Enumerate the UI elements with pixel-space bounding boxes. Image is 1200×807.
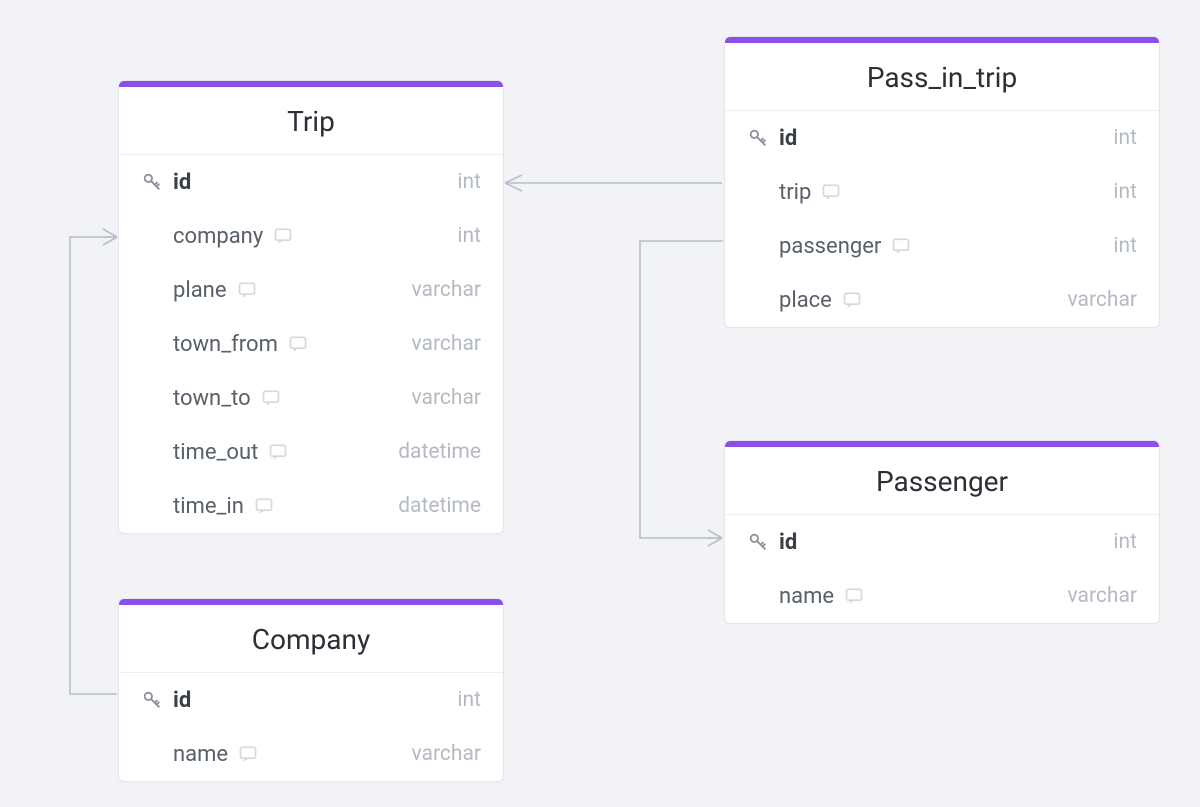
comment-icon [821, 182, 841, 202]
field-type: datetime [398, 440, 481, 464]
field-type: varchar [412, 386, 481, 410]
comment-icon [238, 744, 258, 764]
field-row[interactable]: time_out datetime [119, 425, 503, 479]
comment-icon [891, 236, 911, 256]
field-type: varchar [412, 742, 481, 766]
field-name: company [173, 224, 263, 249]
field-name: town_to [173, 386, 251, 411]
field-name: time_out [173, 440, 258, 465]
field-name: name [173, 742, 228, 767]
field-type: varchar [1068, 288, 1137, 312]
field-type: int [457, 224, 481, 248]
spacer [141, 333, 163, 355]
field-row[interactable]: plane varchar [119, 263, 503, 317]
entity-passenger[interactable]: Passenger id int name varchar [724, 440, 1160, 624]
spacer [141, 279, 163, 301]
entity-title: Passenger [725, 447, 1159, 515]
field-row[interactable]: id int [725, 111, 1159, 165]
field-row[interactable]: place varchar [725, 273, 1159, 327]
comment-icon [254, 496, 274, 516]
spacer [747, 235, 769, 257]
field-name: id [779, 126, 797, 151]
field-type: int [1113, 234, 1137, 258]
field-row[interactable]: name varchar [725, 569, 1159, 623]
spacer [141, 387, 163, 409]
key-icon [141, 171, 163, 193]
field-type: int [457, 170, 481, 194]
field-type: int [1113, 180, 1137, 204]
entity-pass-in-trip[interactable]: Pass_in_trip id int trip int [724, 36, 1160, 328]
field-row[interactable]: passenger int [725, 219, 1159, 273]
field-row[interactable]: id int [725, 515, 1159, 569]
entity-fields: id int name varchar [725, 515, 1159, 623]
key-icon [747, 531, 769, 553]
entity-company[interactable]: Company id int name varchar [118, 598, 504, 782]
entity-trip[interactable]: Trip id int company int [118, 80, 504, 534]
field-name: id [173, 688, 191, 713]
field-type: int [457, 688, 481, 712]
spacer [747, 585, 769, 607]
spacer [747, 289, 769, 311]
field-type: varchar [1068, 584, 1137, 608]
field-row[interactable]: name varchar [119, 727, 503, 781]
field-name: trip [779, 180, 811, 205]
field-row[interactable]: id int [119, 673, 503, 727]
field-name: passenger [779, 234, 881, 259]
field-type: varchar [412, 332, 481, 356]
field-name: place [779, 288, 832, 313]
comment-icon [268, 442, 288, 462]
field-name: town_from [173, 332, 278, 357]
spacer [141, 743, 163, 765]
field-name: name [779, 584, 834, 609]
diagram-canvas: Trip id int company int [0, 0, 1200, 807]
field-name: id [173, 170, 191, 195]
spacer [747, 181, 769, 203]
spacer [141, 225, 163, 247]
comment-icon [288, 334, 308, 354]
field-row[interactable]: time_in datetime [119, 479, 503, 533]
entity-title: Company [119, 605, 503, 673]
field-row[interactable]: town_from varchar [119, 317, 503, 371]
field-row[interactable]: town_to varchar [119, 371, 503, 425]
field-type: datetime [398, 494, 481, 518]
field-row[interactable]: id int [119, 155, 503, 209]
comment-icon [842, 290, 862, 310]
comment-icon [237, 280, 257, 300]
field-type: int [1113, 126, 1137, 150]
entity-fields: id int name varchar [119, 673, 503, 781]
entity-fields: id int trip int passenger int [725, 111, 1159, 327]
key-icon [141, 689, 163, 711]
field-name: id [779, 530, 797, 555]
field-type: int [1113, 530, 1137, 554]
entity-title: Trip [119, 87, 503, 155]
entity-title: Pass_in_trip [725, 43, 1159, 111]
comment-icon [261, 388, 281, 408]
field-row[interactable]: trip int [725, 165, 1159, 219]
comment-icon [844, 586, 864, 606]
field-name: time_in [173, 494, 244, 519]
field-row[interactable]: company int [119, 209, 503, 263]
spacer [141, 441, 163, 463]
comment-icon [273, 226, 293, 246]
entity-fields: id int company int plane varchar [119, 155, 503, 533]
key-icon [747, 127, 769, 149]
spacer [141, 495, 163, 517]
field-type: varchar [412, 278, 481, 302]
field-name: plane [173, 278, 227, 303]
